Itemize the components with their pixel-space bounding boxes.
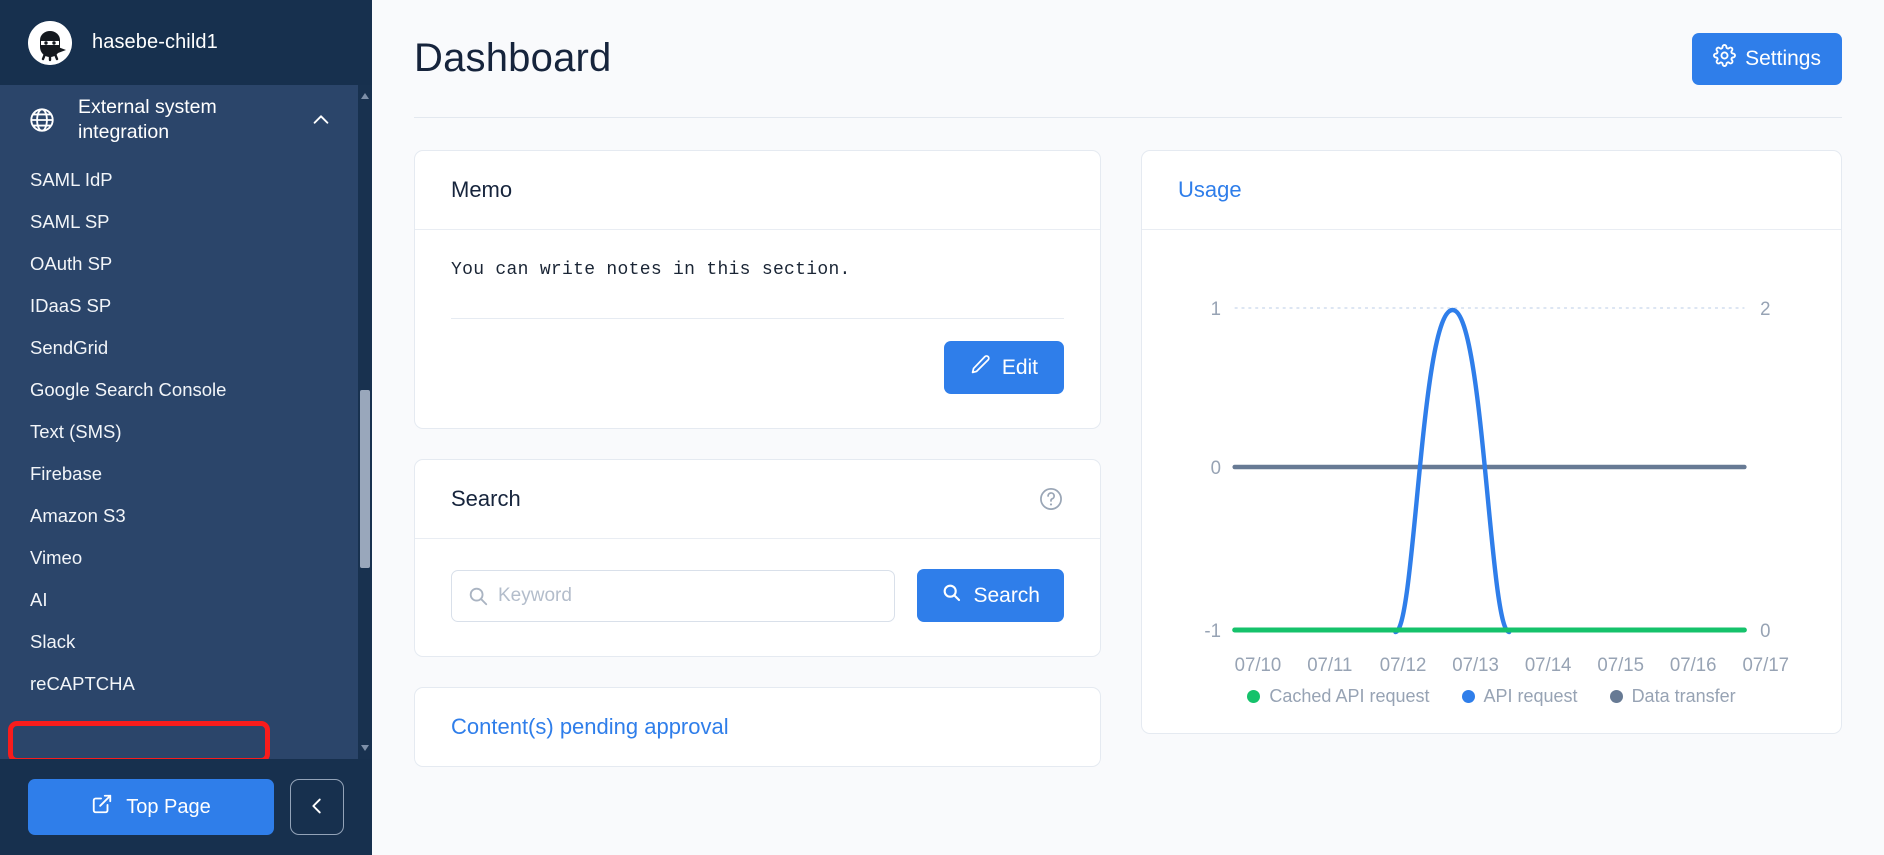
search-field <box>451 569 896 622</box>
memo-card-body: You can write notes in this section. Edi… <box>415 230 1100 428</box>
y-axis-left-tick--1: -1 <box>1204 620 1221 641</box>
search-title: Search <box>451 486 521 511</box>
y-axis-left-tick-1: 1 <box>1211 298 1221 319</box>
magnifier-icon <box>941 582 962 609</box>
main-content: Dashboard Settings Memo You can write no… <box>372 0 1884 855</box>
chevron-left-icon <box>306 795 328 820</box>
chevron-up-icon[interactable] <box>310 109 332 131</box>
scrollbar-thumb[interactable] <box>360 390 370 568</box>
x-axis-tick-2: 07/12 <box>1380 654 1427 675</box>
edit-label: Edit <box>1001 355 1038 379</box>
y-axis-right-tick-2: 2 <box>1760 298 1770 319</box>
sidebar-item-amazon-s3[interactable]: Amazon S3 <box>0 495 360 537</box>
x-axis-tick-1: 07/11 <box>1307 654 1352 675</box>
sidebar-item-saml-sp[interactable]: SAML SP <box>0 201 360 243</box>
sidebar-item-recaptcha[interactable]: reCAPTCHA <box>0 663 360 705</box>
search-button-label: Search <box>973 583 1040 607</box>
search-button[interactable]: Search <box>917 569 1064 622</box>
usage-chart-legend: Cached API request API request Data tran… <box>1168 682 1815 707</box>
y-axis-left-tick-0: 0 <box>1211 457 1221 478</box>
dashboard-grid: Memo You can write notes in this section… <box>414 118 1842 797</box>
y-axis-right-tick-0: 0 <box>1760 620 1770 641</box>
right-column: Usage 1 0 -1 2 0 07/10 07/11 07/12 07/13… <box>1141 150 1842 797</box>
question-circle-icon[interactable] <box>1038 486 1064 512</box>
scroll-up-arrow-icon[interactable] <box>358 89 372 103</box>
pencil-icon <box>970 354 991 381</box>
sidebar-scrollbar[interactable] <box>358 85 372 759</box>
memo-card: Memo You can write notes in this section… <box>414 150 1101 429</box>
search-input[interactable] <box>451 569 896 622</box>
pending-approval-title[interactable]: Content(s) pending approval <box>451 714 729 740</box>
legend-label: Data transfer <box>1631 686 1736 706</box>
usage-chart: 1 0 -1 2 0 07/10 07/11 07/12 07/13 07/14… <box>1168 252 1815 682</box>
usage-card: Usage 1 0 -1 2 0 07/10 07/11 07/12 07/13… <box>1141 150 1842 734</box>
memo-title: Memo <box>451 177 513 202</box>
x-axis-tick-3: 07/13 <box>1452 654 1499 675</box>
sidebar-brand[interactable]: hasebe-child1 <box>0 0 372 85</box>
legend-dot-icon <box>1247 690 1261 703</box>
sidebar-group-label: External system integration <box>78 96 217 143</box>
series-api-request <box>1393 307 1512 635</box>
sidebar-collapse-button[interactable] <box>290 779 344 835</box>
search-row: Search <box>451 569 1064 622</box>
sidebar-item-oauth-sp[interactable]: OAuth SP <box>0 243 360 285</box>
x-axis-tick-4: 07/14 <box>1525 654 1572 675</box>
magnifier-icon <box>467 585 489 607</box>
external-link-icon <box>91 793 113 821</box>
sidebar-item-ai[interactable]: AI <box>0 579 360 621</box>
gear-icon <box>1713 44 1737 73</box>
memo-actions: Edit <box>451 341 1064 394</box>
x-axis-tick-5: 07/15 <box>1597 654 1644 675</box>
sidebar-item-google-search-console[interactable]: Google Search Console <box>0 369 360 411</box>
ninja-avatar-icon <box>28 20 72 65</box>
usage-card-header: Usage <box>1142 151 1841 230</box>
sidebar-nav: External system integration SAML IdP SAM… <box>0 85 360 711</box>
sidebar-item-vimeo[interactable]: Vimeo <box>0 537 360 579</box>
top-page-label: Top Page <box>126 795 211 818</box>
sidebar-item-idaas-sp[interactable]: IDaaS SP <box>0 285 360 327</box>
ai-highlight-annotation <box>8 721 270 759</box>
sidebar-scroll-area: External system integration SAML IdP SAM… <box>0 85 372 759</box>
sidebar: hasebe-child1 External system integratio… <box>0 0 372 855</box>
legend-dot-icon <box>1461 690 1475 703</box>
top-page-button[interactable]: Top Page <box>28 779 274 835</box>
x-axis-tick-6: 07/16 <box>1670 654 1717 675</box>
edit-memo-button[interactable]: Edit <box>943 341 1064 394</box>
usage-card-body: 1 0 -1 2 0 07/10 07/11 07/12 07/13 07/14… <box>1142 230 1841 733</box>
search-card: Search Keyword Search <box>414 459 1101 657</box>
sidebar-footer: Top Page <box>0 759 372 855</box>
search-card-body: Search <box>415 539 1100 656</box>
usage-title: Usage <box>1178 177 1242 202</box>
page-title: Dashboard <box>414 36 612 80</box>
usage-chart-svg: 1 0 -1 2 0 07/10 07/11 07/12 07/13 07/14… <box>1204 298 1789 675</box>
legend-item-data-transfer[interactable]: Data transfer <box>1609 686 1736 707</box>
memo-divider <box>451 318 1064 319</box>
sidebar-item-sendgrid[interactable]: SendGrid <box>0 327 360 369</box>
sidebar-item-firebase[interactable]: Firebase <box>0 453 360 495</box>
x-axis-tick-0: 07/10 <box>1235 654 1282 675</box>
legend-item-api-request[interactable]: API request <box>1461 686 1578 707</box>
left-column: Memo You can write notes in this section… <box>414 150 1101 797</box>
settings-button[interactable]: Settings <box>1692 32 1842 85</box>
globe-icon <box>28 106 56 134</box>
legend-dot-icon <box>1609 690 1623 703</box>
sidebar-item-slack[interactable]: Slack <box>0 621 360 663</box>
page-header: Dashboard Settings <box>414 0 1842 118</box>
search-card-header: Search <box>415 460 1100 539</box>
settings-label: Settings <box>1745 46 1821 70</box>
memo-body-text: You can write notes in this section. <box>451 260 851 280</box>
brand-name: hasebe-child1 <box>92 31 218 53</box>
pending-approval-card: Content(s) pending approval <box>414 687 1101 767</box>
app-root: hasebe-child1 External system integratio… <box>0 0 1884 855</box>
memo-card-header: Memo <box>415 151 1100 230</box>
sidebar-item-text-sms[interactable]: Text (SMS) <box>0 411 360 453</box>
sidebar-group-external-system-integration[interactable]: External system integration <box>0 85 360 159</box>
scroll-down-arrow-icon[interactable] <box>358 741 372 755</box>
sidebar-item-saml-idp[interactable]: SAML IdP <box>0 159 360 201</box>
legend-item-cached-api-request[interactable]: Cached API request <box>1247 686 1430 707</box>
legend-label: Cached API request <box>1269 686 1430 706</box>
x-axis-tick-7: 07/17 <box>1742 654 1789 675</box>
legend-label: API request <box>1483 686 1578 706</box>
pending-approval-header: Content(s) pending approval <box>415 688 1100 766</box>
